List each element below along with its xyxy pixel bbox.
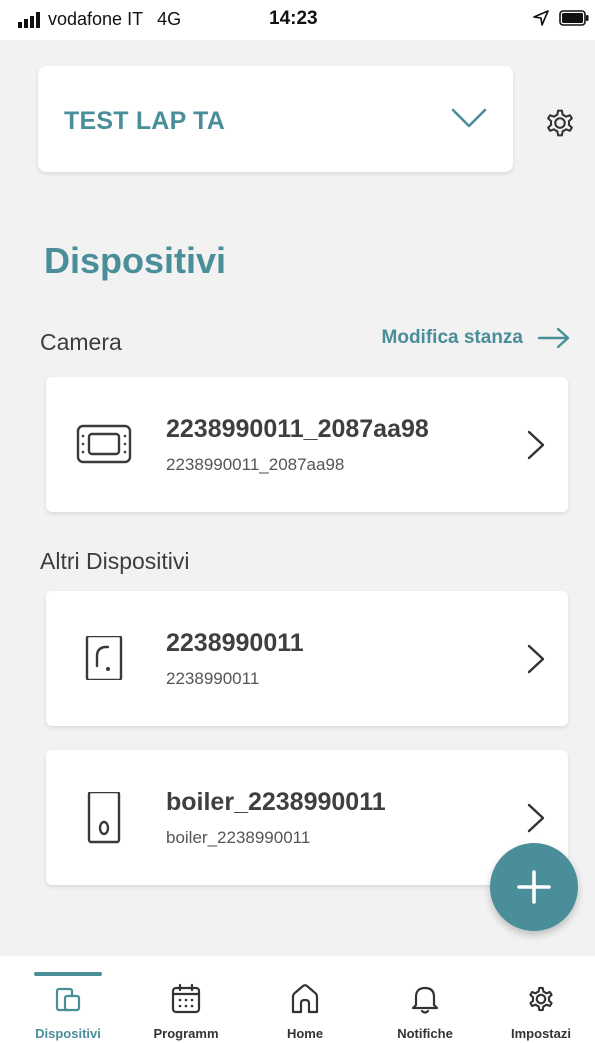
home-icon — [291, 984, 319, 1014]
nav-label: Dispositivi — [35, 1026, 101, 1041]
chevron-down-icon — [451, 108, 487, 128]
gateway-icon — [85, 636, 123, 680]
network-label: 4G — [157, 9, 182, 29]
arrow-right-icon — [537, 327, 570, 349]
edit-room-link[interactable]: Modifica stanza — [382, 327, 571, 349]
nav-settings[interactable]: Impostazi — [486, 982, 595, 1041]
device-subtitle: 2238990011 — [166, 669, 260, 688]
device-name: 2238990011_2087aa98 — [166, 415, 429, 443]
chevron-right-icon — [527, 644, 545, 674]
page-title: Dispositivi — [44, 240, 227, 281]
device-subtitle: 2238990011_2087aa98 — [166, 455, 345, 474]
devices-icon — [55, 987, 81, 1012]
chevron-right-icon — [527, 803, 545, 833]
calendar-icon — [171, 983, 201, 1014]
location-arrow-icon — [533, 10, 549, 26]
nav-programs[interactable]: Programm — [131, 982, 241, 1041]
clock: 14:23 — [269, 8, 318, 29]
gear-icon[interactable] — [541, 104, 579, 142]
chevron-right-icon — [527, 430, 545, 460]
bottom-nav: Dispositivi Programm Home Notifiche Impo… — [0, 956, 595, 1043]
thermostat-icon — [76, 424, 132, 464]
nav-notifications[interactable]: Notifiche — [370, 982, 480, 1041]
edit-room-label: Modifica stanza — [381, 327, 523, 348]
plus-icon — [517, 870, 551, 904]
nav-label: Home — [286, 1026, 324, 1041]
add-device-button[interactable] — [490, 843, 578, 931]
device-name: boiler_2238990011 — [166, 788, 386, 816]
nav-label: Programm — [153, 1026, 219, 1041]
nav-label: Impostazi — [511, 1026, 571, 1041]
device-subtitle: boiler_2238990011 — [166, 828, 311, 847]
house-selector[interactable]: TEST LAP TA — [38, 66, 513, 172]
nav-label: Notifiche — [397, 1026, 453, 1041]
boiler-icon — [87, 792, 121, 844]
room-title: Altri Dispositivi — [40, 548, 190, 574]
carrier-label: vodafone IT — [48, 9, 144, 29]
active-tab-indicator — [34, 972, 102, 976]
device-name: 2238990011 — [166, 629, 304, 657]
battery-icon — [559, 10, 589, 26]
house-name: TEST LAP TA — [64, 107, 226, 135]
device-card-boiler[interactable]: boiler_2238990011 boiler_2238990011 — [46, 750, 568, 885]
room-title: Camera — [40, 329, 122, 355]
signal-icon — [18, 11, 40, 28]
device-card-thermostat[interactable]: 2238990011_2087aa98 2238990011_2087aa98 — [46, 377, 568, 512]
status-bar: vodafone IT 4G 14:23 — [0, 0, 595, 40]
device-card-gateway[interactable]: 2238990011 2238990011 — [46, 591, 568, 726]
nav-home[interactable]: Home — [250, 982, 360, 1041]
bell-icon — [411, 986, 439, 1014]
settings-icon — [529, 986, 553, 1012]
nav-devices[interactable]: Dispositivi — [13, 982, 123, 1041]
